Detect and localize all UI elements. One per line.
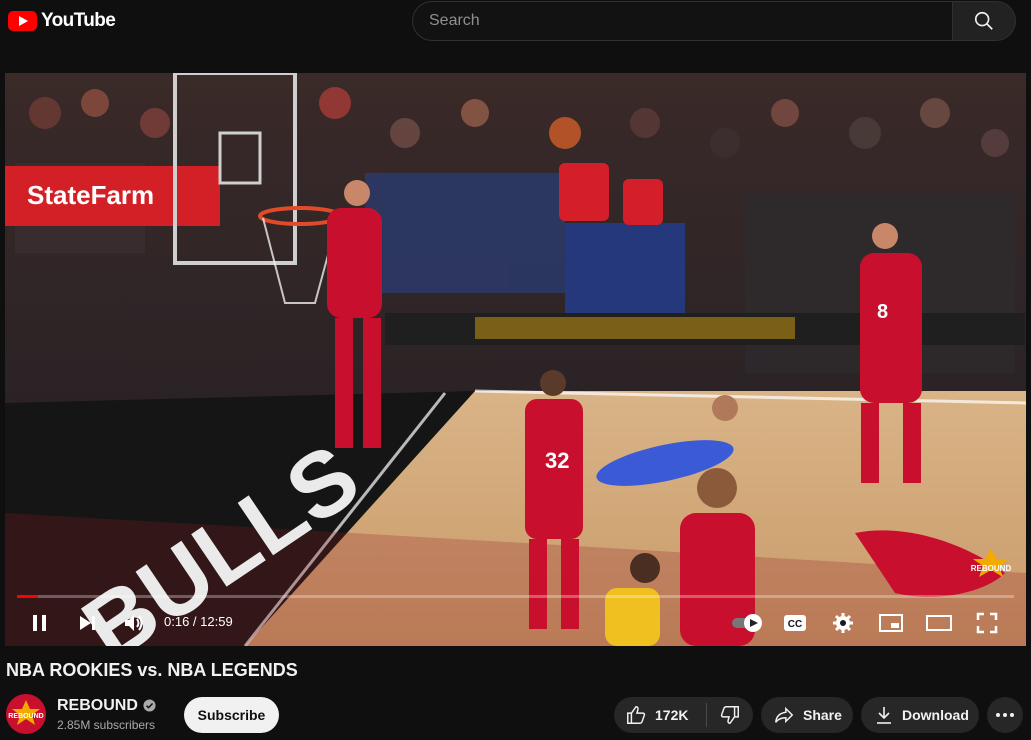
captions-button[interactable]: CC	[781, 609, 809, 637]
thumbs-down-icon	[720, 706, 739, 724]
settings-button[interactable]	[829, 609, 857, 637]
top-bar: YouTube	[0, 0, 1031, 44]
captions-icon: CC	[784, 615, 806, 631]
pause-button[interactable]	[26, 609, 54, 637]
download-button[interactable]: Download	[861, 697, 979, 733]
channel-avatar[interactable]: REBOUND	[6, 694, 46, 734]
more-horizontal-icon	[996, 713, 1014, 717]
rebound-watermark: REBOUND	[971, 549, 1011, 577]
youtube-logo[interactable]: YouTube	[8, 10, 116, 32]
search-button[interactable]	[952, 1, 1016, 41]
settings-icon	[833, 613, 853, 633]
time-display: 0:16 / 12:59	[164, 614, 233, 629]
miniplayer-button[interactable]	[877, 609, 905, 637]
video-frame: StateFarm BULLS 32 8	[5, 73, 1026, 646]
search-icon	[974, 11, 993, 30]
sponsor-banner-text: StateFarm	[27, 180, 154, 210]
autoplay-toggle-icon	[732, 614, 762, 632]
volume-icon	[125, 615, 143, 631]
more-actions-button[interactable]	[987, 697, 1023, 733]
channel-name[interactable]: REBOUND	[57, 697, 138, 715]
video-player[interactable]: StateFarm BULLS 32 8 REBOUND 0:16 / 12:5…	[5, 73, 1026, 646]
miniplayer-icon	[879, 614, 903, 632]
video-title: NBA ROOKIES vs. NBA LEGENDS	[6, 660, 298, 680]
like-dislike-group: 172K	[614, 697, 753, 733]
progress-bar[interactable]	[17, 595, 1014, 598]
svg-text:REBOUND: REBOUND	[971, 564, 1011, 573]
next-icon	[80, 616, 95, 630]
subscriber-count: 2.85M subscribers	[57, 717, 156, 732]
search-input[interactable]	[412, 1, 952, 41]
theater-mode-button[interactable]	[925, 609, 953, 637]
theater-icon	[926, 615, 952, 631]
autoplay-toggle[interactable]	[731, 609, 767, 637]
verified-check-icon	[143, 699, 156, 712]
fullscreen-icon	[976, 612, 998, 634]
jersey-number-8: 8	[877, 301, 888, 323]
player-controls: 0:16 / 12:59 CC	[5, 601, 1026, 645]
fullscreen-button[interactable]	[973, 609, 1001, 637]
next-button[interactable]	[73, 609, 101, 637]
subscribe-button[interactable]: Subscribe	[184, 697, 279, 733]
logo-text: YouTube	[41, 10, 116, 31]
download-label: Download	[902, 707, 969, 723]
dislike-button[interactable]	[707, 697, 753, 733]
pause-icon	[33, 615, 46, 631]
channel-owner: REBOUND REBOUND 2.85M subscribers	[6, 694, 156, 734]
share-label: Share	[803, 707, 842, 723]
share-icon	[775, 706, 794, 724]
like-button[interactable]: 172K	[614, 697, 706, 733]
share-button[interactable]: Share	[761, 697, 853, 733]
like-count: 172K	[655, 707, 689, 723]
search-bar	[412, 1, 1016, 41]
volume-button[interactable]	[120, 609, 148, 637]
progress-bar-fill	[17, 595, 38, 598]
download-icon	[877, 707, 891, 724]
thumbs-up-icon	[627, 706, 646, 724]
svg-text:CC: CC	[788, 619, 802, 630]
svg-text:REBOUND: REBOUND	[8, 713, 43, 720]
youtube-play-icon	[8, 11, 37, 31]
jersey-number-32: 32	[545, 448, 569, 473]
